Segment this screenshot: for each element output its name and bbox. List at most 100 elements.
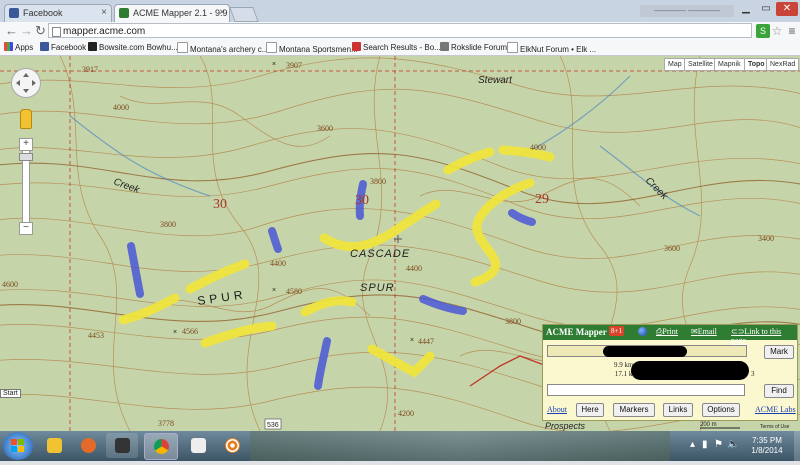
minimize-icon[interactable]: ▁ xyxy=(737,2,755,16)
place-prospects: Prospects xyxy=(545,421,586,431)
page-icon xyxy=(507,42,518,53)
find-button[interactable]: Find xyxy=(764,384,794,398)
close-tab-icon[interactable]: × xyxy=(101,7,107,18)
media-player-icon xyxy=(81,438,96,453)
tab-facebook[interactable]: Facebook × xyxy=(4,4,112,22)
contour-3800: 3800 xyxy=(505,317,521,326)
elevation-3778: 3778 xyxy=(158,419,174,428)
print-link[interactable]: ⎙Print xyxy=(656,327,678,337)
taskbar-target-app[interactable] xyxy=(216,433,248,458)
network-icon[interactable]: ▮ xyxy=(702,439,708,450)
address-text: mapper.acme.com xyxy=(63,26,146,37)
map-type-topo[interactable]: Topo xyxy=(744,58,769,71)
svg-text:×: × xyxy=(173,329,177,336)
svg-text:×: × xyxy=(272,61,276,68)
options-button[interactable]: Options xyxy=(702,403,740,417)
bookmark-star-icon[interactable]: ☆ xyxy=(770,24,784,38)
menu-icon[interactable]: ≡ xyxy=(785,24,799,38)
scale-label: 200 m xyxy=(700,422,717,428)
bookmarks-bar: Apps Facebook Bowsite.com Bowhu... Monta… xyxy=(0,40,800,56)
bookmark-search-results[interactable]: Search Results - Bo... xyxy=(352,42,441,52)
profile-user-label[interactable]: ———— ———— xyxy=(640,5,734,17)
windows-logo-icon xyxy=(11,439,24,452)
pan-control[interactable] xyxy=(11,68,41,98)
google-plus-button[interactable]: 8+1 xyxy=(609,326,624,336)
start-button[interactable] xyxy=(3,432,33,460)
bookmark-bowsite[interactable]: Bowsite.com Bowhu... xyxy=(88,42,178,52)
taskbar-clock[interactable]: 7:35 PM 1/8/2014 xyxy=(742,436,792,456)
bookmark-facebook[interactable]: Facebook xyxy=(40,42,86,52)
forward-icon[interactable]: → xyxy=(20,23,33,39)
taskbar-background-image xyxy=(250,431,670,461)
bookmark-montana-sportsmen[interactable]: Montana Sportsmen... xyxy=(266,42,358,54)
elevation-4580: 4580 xyxy=(286,287,302,296)
maximize-icon[interactable]: ▭ xyxy=(757,2,775,16)
zoom-in-button[interactable]: + xyxy=(19,138,33,151)
map-type-map[interactable]: Map xyxy=(664,58,686,71)
place-cascade: CASCADE xyxy=(350,248,410,260)
close-window-icon[interactable]: ✕ xyxy=(776,2,798,16)
contour-4400: 4400 xyxy=(406,264,422,273)
search-results-icon xyxy=(352,42,361,51)
page-icon xyxy=(266,42,277,53)
extension-icon[interactable]: S xyxy=(756,24,770,38)
action-center-flag-icon[interactable]: ⚑ xyxy=(714,439,723,450)
taskbar-chrome[interactable] xyxy=(144,433,178,460)
new-tab-button[interactable] xyxy=(229,7,259,22)
taskbar-media-player[interactable] xyxy=(72,433,104,458)
bookmark-montana-archery[interactable]: Montana's archery c... xyxy=(177,42,268,54)
link-to-page[interactable]: ⊂⊃Link to this page xyxy=(731,327,797,345)
address-bar[interactable]: mapper.acme.com xyxy=(48,23,752,38)
contour-4400: 4400 xyxy=(270,259,286,268)
map-type-satellite[interactable]: Satellite xyxy=(684,58,717,71)
contour-3600: 3600 xyxy=(317,124,333,133)
start-tooltip: Start xyxy=(0,389,21,398)
taskbar-app-dark[interactable] xyxy=(106,433,138,458)
map-type-mapnik[interactable]: Mapnik xyxy=(714,58,745,71)
page-icon xyxy=(52,27,61,37)
volume-icon[interactable]: 🔈 xyxy=(727,439,739,450)
facebook-icon xyxy=(40,42,49,51)
section-30-west: 30 xyxy=(213,197,227,212)
facebook-favicon-icon xyxy=(9,8,19,18)
browser-toolbar: ← → ↻ mapper.acme.com S ☆ ≡ xyxy=(0,22,800,40)
acme-favicon-icon xyxy=(119,8,129,18)
place-spur-east: SPUR xyxy=(360,282,395,294)
about-link[interactable]: About xyxy=(547,405,567,414)
acme-labs-link[interactable]: ACME Labs xyxy=(755,405,796,414)
back-icon[interactable]: ← xyxy=(5,23,18,39)
show-desktop-button[interactable] xyxy=(794,431,800,461)
redacted-location xyxy=(603,346,687,357)
show-hidden-icons-icon[interactable]: ▴ xyxy=(690,439,695,450)
search-input[interactable] xyxy=(547,384,745,396)
links-button[interactable]: Links xyxy=(663,403,693,417)
elevation-4566: 4566 xyxy=(182,327,198,336)
page-icon xyxy=(177,42,188,53)
browser-tab-bar: Facebook × ACME Mapper 2.1 - 9.9 km × ——… xyxy=(0,0,800,23)
zoom-out-button[interactable]: − xyxy=(19,222,33,235)
markers-button[interactable]: Markers xyxy=(613,403,655,417)
topo-map[interactable]: 3917 3907 4000 3600 3800 4000 3800 4400 … xyxy=(0,56,800,431)
contour-3800: 3800 xyxy=(370,177,386,186)
bookmark-apps[interactable]: Apps xyxy=(4,42,33,52)
tab-acme-mapper[interactable]: ACME Mapper 2.1 - 9.9 km × xyxy=(114,4,230,22)
folder-icon xyxy=(47,438,62,453)
contour-4200: 4200 xyxy=(398,409,414,418)
here-button[interactable]: Here xyxy=(576,403,604,417)
elevation-4447: 4447 xyxy=(418,337,434,346)
elevation-4453: 4453 xyxy=(88,331,104,340)
taskbar-explorer[interactable] xyxy=(38,433,70,458)
taskbar-notepad[interactable] xyxy=(182,433,214,458)
bookmark-rokslide[interactable]: Rokslide Forum xyxy=(440,42,507,52)
close-tab-icon[interactable]: × xyxy=(219,7,225,18)
email-link[interactable]: ✉Email xyxy=(691,327,717,336)
apps-grid-icon xyxy=(4,42,13,51)
zoom-slider-handle[interactable] xyxy=(19,153,33,161)
contour-4000: 4000 xyxy=(530,143,546,152)
svg-text:×: × xyxy=(410,337,414,344)
bookmark-elknut[interactable]: ElkNut Forum • Elk ... xyxy=(507,42,596,54)
map-type-nexrad[interactable]: NexRad xyxy=(766,58,800,71)
reload-icon[interactable]: ↻ xyxy=(35,23,46,39)
street-view-pegman-icon[interactable] xyxy=(20,109,32,129)
mark-button[interactable]: Mark xyxy=(764,345,794,359)
